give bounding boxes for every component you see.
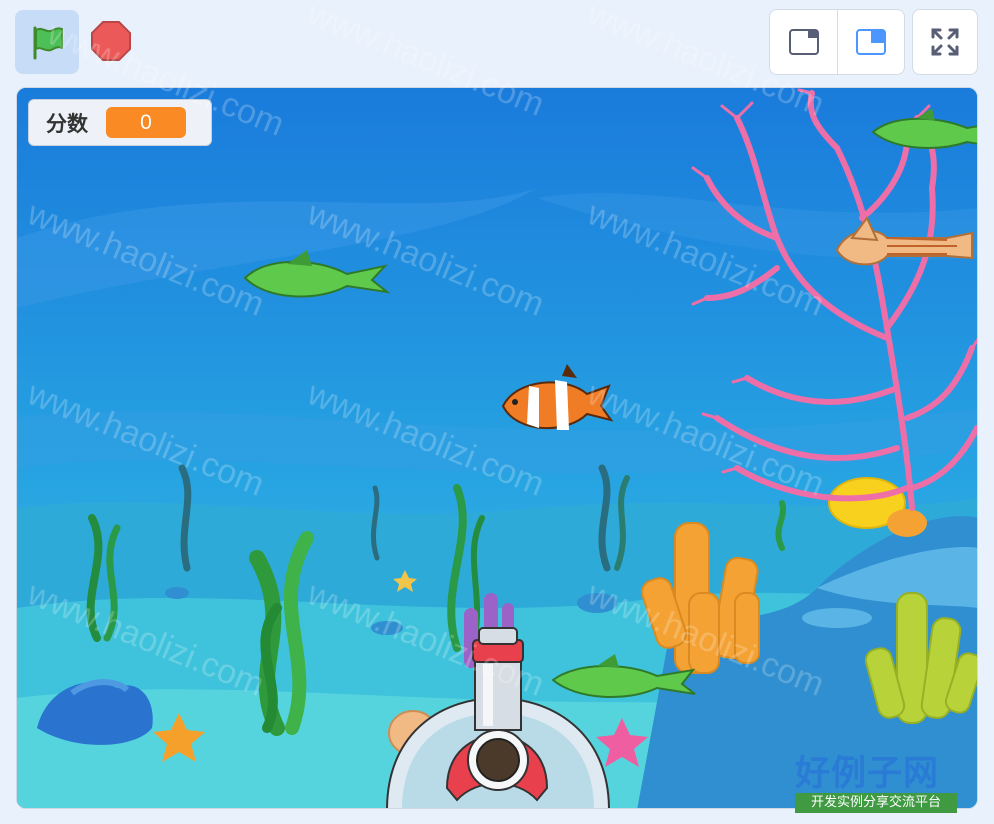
green-flag-button[interactable] bbox=[15, 10, 79, 74]
logo-subtitle: 开发实例分享交流平台 bbox=[795, 793, 957, 813]
score-value: 0 bbox=[106, 107, 186, 138]
large-stage-icon bbox=[856, 29, 886, 55]
fullscreen-icon bbox=[931, 28, 959, 56]
large-stage-button[interactable] bbox=[837, 10, 904, 74]
stop-button[interactable] bbox=[88, 18, 134, 64]
logo-title: 好例子网 bbox=[795, 754, 940, 794]
score-label: 分数 bbox=[46, 111, 88, 136]
stage-header bbox=[0, 0, 994, 86]
green-flag-icon bbox=[33, 26, 63, 60]
small-stage-icon bbox=[788, 29, 819, 55]
game-stage[interactable]: 分数 0 bbox=[16, 87, 978, 809]
small-stage-button[interactable] bbox=[770, 10, 837, 74]
site-logo: 好例子网 开发实例分享交流平台 bbox=[795, 745, 965, 817]
fullscreen-button[interactable] bbox=[912, 9, 978, 75]
stage-size-toggle bbox=[769, 9, 905, 75]
ocean-backdrop bbox=[17, 88, 977, 808]
stop-icon bbox=[91, 21, 131, 61]
score-monitor: 分数 0 bbox=[28, 99, 212, 146]
